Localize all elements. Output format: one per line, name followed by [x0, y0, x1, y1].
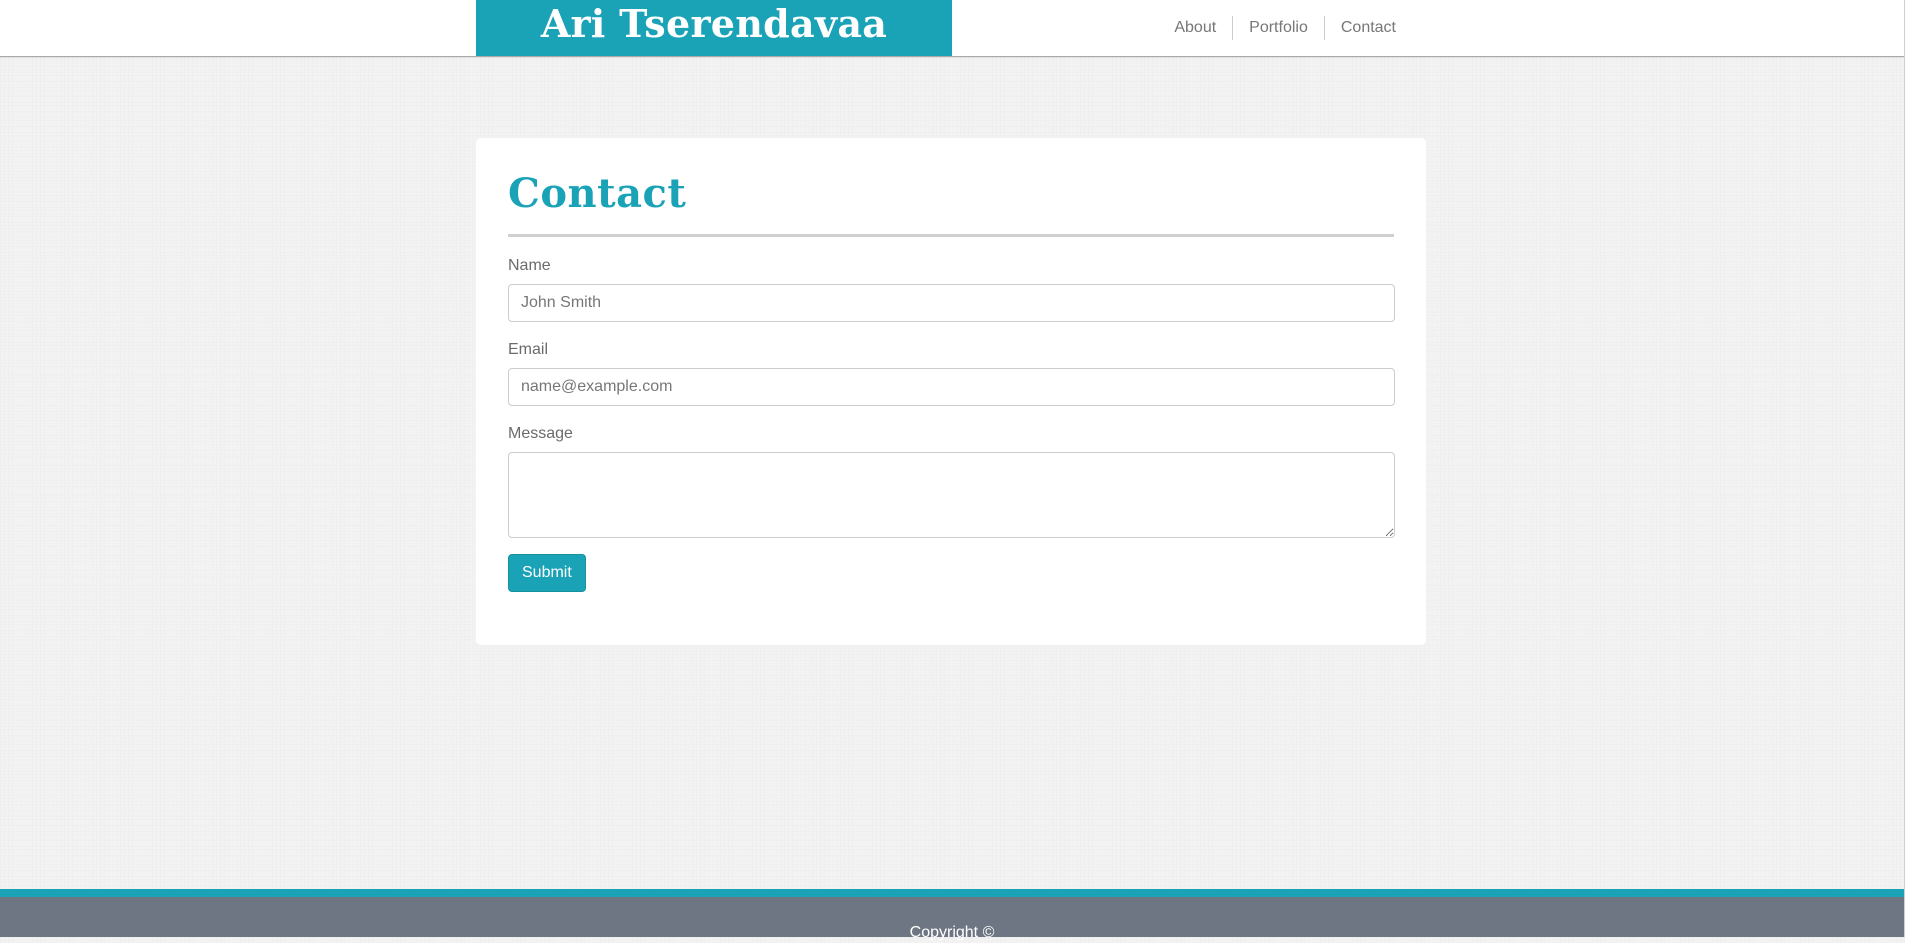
- site-footer: Copyright ©: [0, 889, 1904, 941]
- message-label: Message: [508, 425, 573, 442]
- email-label: Email: [508, 341, 549, 358]
- email-input[interactable]: [508, 368, 1395, 406]
- brand-logo-link[interactable]: Ari Tserendavaa: [476, 0, 952, 56]
- message-textarea[interactable]: [508, 452, 1395, 538]
- nav-link-contact[interactable]: Contact: [1323, 16, 1396, 40]
- page-title: Contact: [508, 170, 687, 217]
- copyright-text: Copyright ©: [909, 924, 995, 941]
- contact-card: Contact Name Email Message Submit: [476, 138, 1426, 645]
- submit-button[interactable]: Submit: [508, 554, 586, 592]
- site-header: Ari Tserendavaa About Portfolio Contact: [0, 0, 1904, 57]
- nav-link-portfolio[interactable]: Portfolio: [1232, 16, 1324, 40]
- nav-link-about[interactable]: About: [1158, 16, 1232, 40]
- main-nav: About Portfolio Contact: [1158, 16, 1396, 40]
- name-input[interactable]: [508, 284, 1395, 322]
- name-label: Name: [508, 257, 551, 274]
- title-divider: [508, 234, 1394, 237]
